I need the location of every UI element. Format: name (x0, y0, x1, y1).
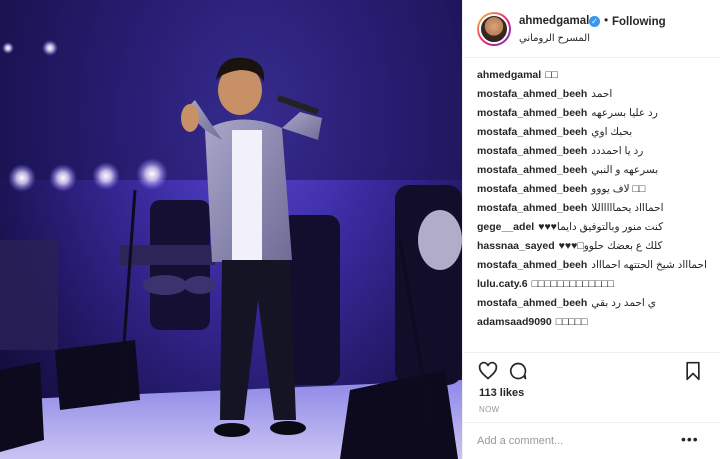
comment-username[interactable]: mostafa_ahmed_beeh (477, 202, 587, 214)
likes-count[interactable]: 113 likes (479, 387, 524, 399)
comment-username[interactable]: gege__adel (477, 221, 534, 233)
comment-username[interactable]: mostafa_ahmed_beeh (477, 259, 587, 271)
comment-row: gege__adel ♥♥♥كنت منور وبالتوفيق دايما (477, 218, 707, 237)
verified-badge-icon: ✓ (589, 16, 600, 27)
comment-row: mostafa_ahmed_beeh رد يا احمددد (477, 142, 707, 161)
comment-text: □□□□□ (555, 316, 588, 328)
avatar[interactable] (477, 12, 511, 46)
comment-text: □□□□□□□□□□□□□ (531, 278, 615, 290)
action-bar (463, 352, 720, 386)
comment-row: mostafa_ahmed_beeh ي احمد رد بقي (477, 294, 707, 313)
comment-text: ي احمد رد بقي (591, 297, 656, 309)
comment-text: □□ (545, 69, 558, 81)
comment-row: adamsaad9090 □□□□□ (477, 313, 707, 332)
comment-text: رد عليا بسرعهه (591, 107, 658, 119)
header-username[interactable]: ahmedgamal (519, 15, 589, 27)
comment-username[interactable]: mostafa_ahmed_beeh (477, 297, 587, 309)
comment-username[interactable]: mostafa_ahmed_beeh (477, 88, 587, 100)
comment-row: mostafa_ahmed_beeh بحبك اوي (477, 123, 707, 142)
comment-text: احماااد يحماااااللا (591, 202, 664, 214)
add-comment-bar: ••• (463, 422, 720, 459)
following-button[interactable]: Following (612, 16, 666, 28)
comment-username[interactable]: hassnaa_sayed (477, 240, 555, 252)
comment-username[interactable]: mostafa_ahmed_beeh (477, 126, 587, 138)
post-photo[interactable] (0, 0, 462, 459)
comment-username[interactable]: ahmedgamal (477, 69, 541, 81)
comment-row: mostafa_ahmed_beeh احماااد يحماااااللا (477, 199, 707, 218)
comment-row: mostafa_ahmed_beeh بسرعهه و النبي (477, 161, 707, 180)
avatar-image (479, 14, 509, 44)
bookmark-icon[interactable] (683, 361, 703, 381)
comment-text: ♥♥♥□كلك ع بعضك حلوو (558, 240, 663, 252)
comment-username[interactable]: adamsaad9090 (477, 316, 552, 328)
location-link[interactable]: المسرح الروماني (519, 33, 590, 44)
comment-username[interactable]: lulu.caty.6 (477, 278, 528, 290)
more-options-icon[interactable]: ••• (681, 431, 699, 447)
comment-icon[interactable] (508, 361, 528, 381)
post-header: ahmedgamal ✓ • Following المسرح الروماني (463, 0, 720, 58)
comment-text: ♥♥♥كنت منور وبالتوفيق دايما (538, 221, 664, 233)
comment-text: احمد (591, 88, 613, 100)
comment-row: mostafa_ahmed_beeh احمد (477, 85, 707, 104)
comment-row: lulu.caty.6 □□□□□□□□□□□□□ (477, 275, 707, 294)
comment-text: بسرعهه و النبي (591, 164, 659, 176)
comment-row: hassnaa_sayed ♥♥♥□كلك ع بعضك حلوو (477, 237, 707, 256)
comment-text: رد يا احمددد (591, 145, 644, 157)
concert-stage-illustration (0, 0, 462, 459)
comment-list: ahmedgamal □□ mostafa_ahmed_beeh احمد mostaf… (463, 66, 720, 332)
comment-username[interactable]: mostafa_ahmed_beeh (477, 107, 587, 119)
comment-text: بحبك اوي (591, 126, 633, 138)
comment-text: احماااد شيخ الحتتهه احماااد □ (591, 259, 707, 271)
comment-row: ahmedgamal □□ (477, 66, 707, 85)
comment-text: لاف يووو □□ (591, 183, 646, 195)
comment-username[interactable]: mostafa_ahmed_beeh (477, 183, 587, 195)
heart-icon[interactable] (478, 361, 498, 381)
comment-input[interactable] (477, 432, 667, 450)
separator-dot: • (604, 13, 609, 27)
comment-row: mostafa_ahmed_beeh لاف يووو □□ (477, 180, 707, 199)
comment-row: mostafa_ahmed_beeh رد عليا بسرعهه (477, 104, 707, 123)
comment-username[interactable]: mostafa_ahmed_beeh (477, 145, 587, 157)
post-sidebar: ahmedgamal ✓ • Following المسرح الروماني… (462, 0, 720, 459)
comment-row: mostafa_ahmed_beeh احماااد شيخ الحتتهه اح… (477, 256, 707, 275)
post-timestamp: NOW (479, 405, 500, 414)
comment-username[interactable]: mostafa_ahmed_beeh (477, 164, 587, 176)
